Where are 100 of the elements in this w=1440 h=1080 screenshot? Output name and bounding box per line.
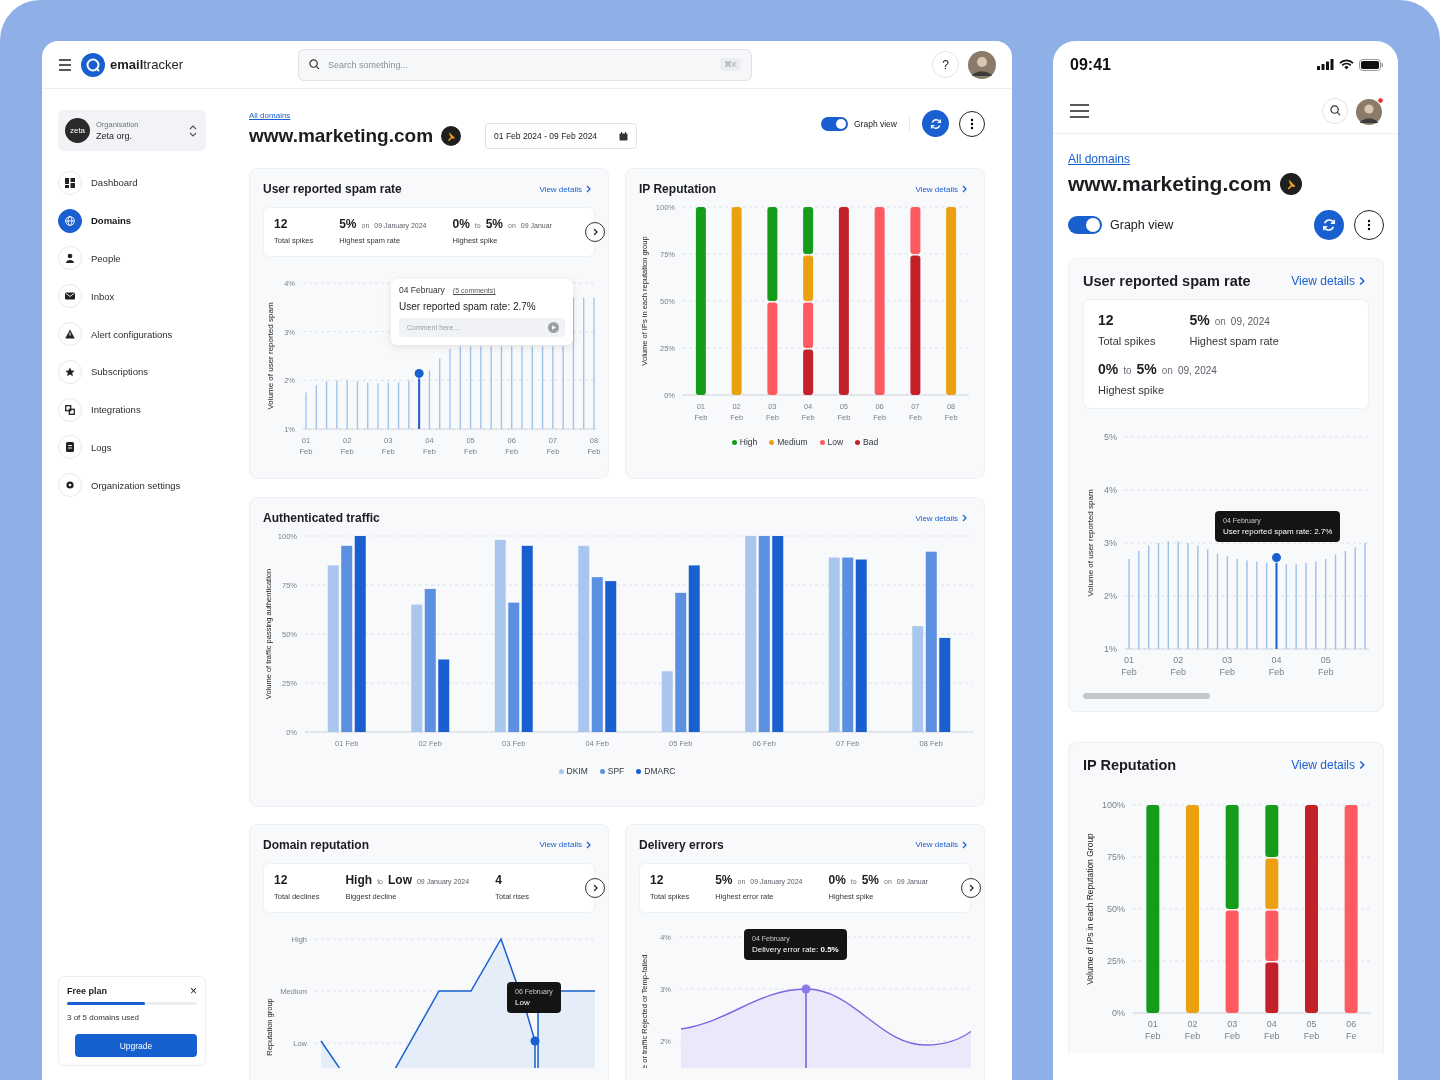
stat-value: 5% (1136, 361, 1157, 377)
view-details-link[interactable]: View details (915, 840, 967, 850)
bar (1265, 910, 1279, 961)
upgrade-button[interactable]: Upgrade (75, 1034, 197, 1057)
signal-icon (1317, 59, 1334, 70)
next-button[interactable] (585, 877, 605, 898)
close-button[interactable]: × (190, 985, 197, 997)
date-range-field[interactable]: 01 Feb 2024 - 09 Feb 2024 (485, 123, 638, 149)
legend-label: DMARC (644, 766, 676, 776)
graph-view-label: Graph view (1110, 218, 1174, 232)
x-tick-label: 02 Feb (1184, 1019, 1201, 1041)
hover-dot (1272, 553, 1281, 563)
y-tick-label: 50% (1107, 904, 1125, 914)
menu-icon[interactable] (58, 58, 72, 71)
graph-view-toggle[interactable] (821, 116, 848, 131)
refresh-icon (1322, 218, 1336, 232)
chevron-right-icon (586, 185, 591, 193)
pin-badge-icon[interactable] (441, 126, 462, 146)
sidebar-item[interactable]: Domains (58, 201, 206, 240)
settings-icon (65, 480, 75, 491)
x-tick-label: 04 Feb (1264, 1019, 1280, 1041)
chevron-right-icon (586, 840, 591, 849)
avatar[interactable] (968, 50, 996, 79)
domain-title: www.marketing.com (1068, 172, 1272, 196)
x-tick-label: 01 Feb (1121, 655, 1137, 677)
breadcrumb-link[interactable]: All domains (1068, 152, 1131, 166)
plan-title: Free plan (67, 986, 107, 996)
stat-value: 12 (274, 217, 288, 231)
x-tick-label: 04 Feb (1268, 655, 1285, 677)
logo-icon (81, 52, 105, 77)
legend-label: High (739, 437, 758, 447)
y-tick-label: 100% (1101, 800, 1125, 810)
bar (803, 302, 814, 348)
tooltip-text: User reported spam rate: 2.7% (399, 301, 537, 312)
tooltip-date: 04 February (399, 285, 445, 295)
search-icon (309, 59, 320, 70)
domain-title: www.marketing.com (249, 125, 434, 147)
sidebar-item[interactable]: Dashboard (58, 164, 206, 202)
logs-icon (65, 442, 75, 453)
stat-value: 12 (650, 872, 664, 887)
sidebar-item[interactable]: Integrations (58, 390, 206, 429)
legend-label: Bad (863, 437, 879, 447)
sidebar-item[interactable]: Subscriptions (58, 353, 206, 391)
stat-value: on (1214, 316, 1226, 327)
breadcrumb-link[interactable]: All domains (249, 111, 291, 120)
tooltip-text: User reported spam rate: 2.7% (1223, 527, 1333, 536)
refresh-button[interactable] (922, 110, 949, 137)
sidebar-item[interactable]: Alert configurations (58, 315, 206, 353)
y-tick-label: 3% (1104, 538, 1117, 548)
inbox-icon (65, 291, 75, 302)
view-details-link[interactable]: View details (539, 840, 591, 850)
stat-value: 0% (452, 217, 470, 231)
card-title: User reported spam rate (1083, 273, 1251, 289)
stat-value: on (1161, 365, 1173, 376)
view-details-link[interactable]: View details (1291, 758, 1365, 772)
bar (397, 382, 400, 429)
logo-text: emailtracker (110, 57, 183, 72)
chevron-right-icon (968, 883, 974, 892)
graph-view-label: Graph view (854, 118, 897, 129)
avatar[interactable] (1356, 96, 1384, 125)
bar (1265, 858, 1279, 909)
y-tick-label: 0% (1112, 1008, 1125, 1018)
refresh-button[interactable] (1314, 210, 1344, 240)
search-input[interactable]: Search something... (326, 58, 714, 71)
dashboard-icon (65, 177, 75, 188)
graph-view-toggle[interactable] (1068, 216, 1102, 234)
scrollbar[interactable] (1083, 693, 1210, 699)
view-details-link[interactable]: View details (539, 184, 591, 194)
card-title: Domain reputation (263, 837, 369, 852)
legend-label: SPF (607, 766, 625, 776)
sidebar-item[interactable]: Inbox (58, 277, 206, 316)
pin-badge-icon[interactable] (1280, 173, 1303, 195)
chevron-right-icon (962, 840, 967, 849)
menu-icon[interactable] (1070, 103, 1089, 118)
view-details-link[interactable]: View details (915, 513, 967, 523)
y-axis-title: Volume of IPs in each Reputation Group (1085, 833, 1095, 985)
next-button[interactable] (585, 222, 605, 242)
stat-value: 5% (1189, 312, 1210, 328)
alerts-icon (65, 329, 75, 340)
stat-value: 09, 2024 (1177, 365, 1217, 376)
sidebar-item[interactable]: Logs (58, 428, 206, 467)
y-tick-label: 5% (1104, 432, 1117, 442)
y-tick-label: 2% (1104, 591, 1117, 601)
view-details-link[interactable]: View details (1291, 274, 1365, 288)
search-icon (1329, 105, 1341, 116)
legend-label: DKIM (566, 766, 588, 776)
view-details-link[interactable]: View details (915, 184, 967, 194)
stat-value: 12 (1098, 312, 1114, 328)
sidebar-item[interactable]: Organization settings (58, 466, 206, 505)
x-tick-label: 05 Feb (1317, 655, 1334, 677)
next-button[interactable] (961, 877, 981, 898)
stat-value: 5% (485, 217, 503, 231)
card-title: Delivery errors (639, 837, 724, 852)
subscriptions-icon (65, 366, 75, 377)
sidebar-item[interactable]: People (58, 239, 206, 278)
legend-label: Medium (777, 437, 808, 447)
stat-value: 4 (495, 872, 502, 887)
x-tick-label: 06 Fe (1345, 1019, 1357, 1041)
chevron-right-icon (592, 228, 598, 236)
calendar-icon (619, 131, 629, 141)
